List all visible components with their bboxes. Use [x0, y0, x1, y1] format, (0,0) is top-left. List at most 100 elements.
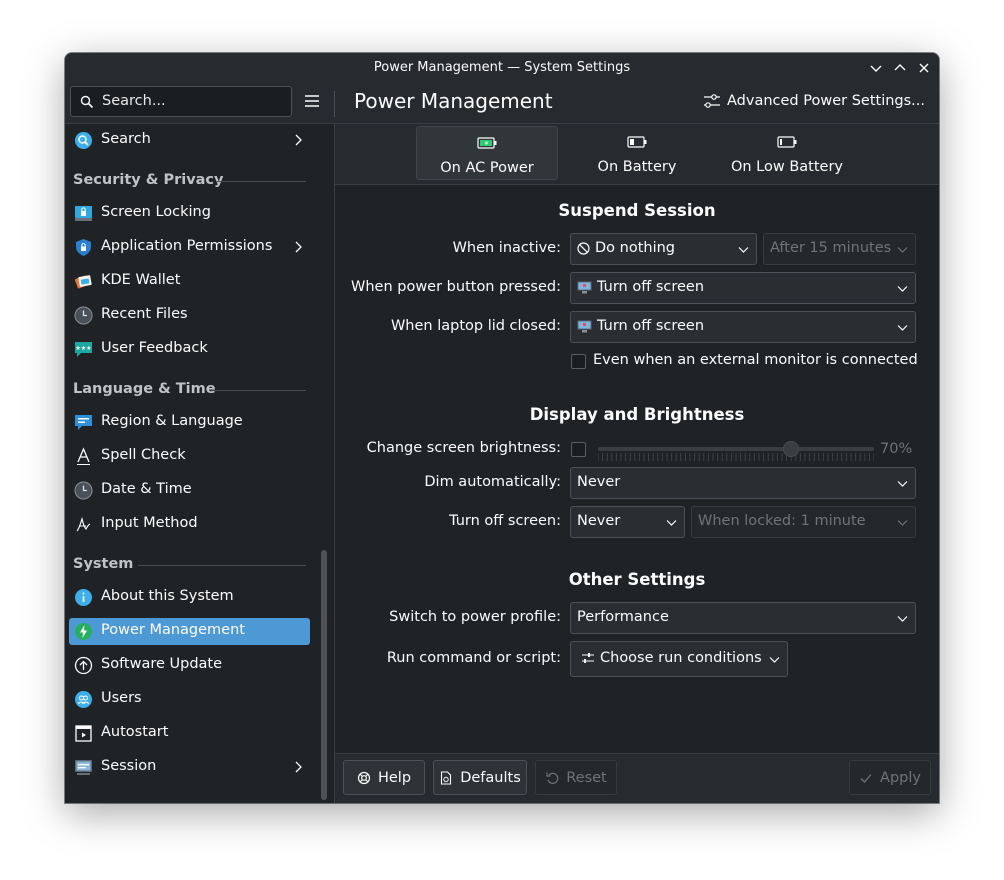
autostart-icon: [74, 724, 93, 743]
tab-on-ac-power[interactable]: On AC Power: [416, 126, 558, 180]
external-monitor-label: Even when an external monitor is connect…: [593, 352, 918, 368]
screen-lock-icon: [74, 204, 93, 223]
sidebar-item-region-language[interactable]: Region & Language: [69, 409, 310, 436]
defaults-button[interactable]: Defaults: [433, 760, 527, 795]
sidebar-item-screen-locking[interactable]: Screen Locking: [69, 200, 310, 227]
sidebar: Search Security & Privacy Screen Locking…: [65, 124, 314, 803]
when-inactive-label: When inactive:: [452, 240, 561, 256]
sidebar-item-kde-wallet[interactable]: KDE Wallet: [69, 268, 310, 295]
power-button-label: When power button pressed:: [351, 279, 561, 295]
button-label: Choose run conditions: [600, 650, 762, 666]
lid-closed-combo[interactable]: Turn off screen: [570, 311, 916, 343]
chevron-down-icon: [897, 520, 908, 526]
external-monitor-checkbox[interactable]: [571, 354, 586, 369]
combo-value: Never: [577, 474, 621, 490]
sidebar-item-session[interactable]: Session: [69, 754, 310, 781]
help-lifebuoy-icon: [357, 771, 371, 784]
battery-icon: [627, 136, 647, 148]
button-label: Defaults: [460, 769, 521, 786]
chevron-right-icon: [295, 241, 302, 253]
when-locked-combo[interactable]: When locked: 1 minute: [691, 506, 916, 538]
brightness-label: Change screen brightness:: [366, 440, 561, 456]
sidebar-item-autostart[interactable]: Autostart: [69, 720, 310, 747]
tab-label: On Low Battery: [730, 159, 844, 175]
sidebar-item-about-this-system[interactable]: About this System: [69, 584, 310, 611]
battery-charging-icon: [477, 137, 497, 149]
section-title-display-brightness: Display and Brightness: [529, 405, 745, 424]
help-button[interactable]: Help: [343, 760, 425, 795]
advanced-power-settings-button[interactable]: Advanced Power Settings...: [703, 92, 925, 110]
input-method-icon: [74, 515, 93, 534]
section-title-suspend-session: Suspend Session: [558, 201, 716, 220]
sidebar-item-power-management[interactable]: Power Management: [69, 618, 310, 645]
sidebar-item-user-feedback[interactable]: ★★★ User Feedback: [69, 336, 310, 363]
search-input[interactable]: Search...: [70, 86, 292, 117]
turn-off-screen-combo[interactable]: Never: [570, 506, 685, 538]
sidebar-section-security-privacy: Security & Privacy: [73, 172, 224, 188]
sidebar-item-users[interactable]: Users: [69, 686, 310, 713]
feedback-icon: ★★★: [74, 340, 93, 359]
power-profile-combo[interactable]: Performance: [570, 602, 916, 634]
tab-on-low-battery[interactable]: On Low Battery: [716, 126, 858, 180]
sidebar-section-system: System: [73, 556, 134, 572]
chevron-down-icon: [769, 657, 780, 663]
sidebar-item-date-time[interactable]: Date & Time: [69, 477, 310, 504]
sidebar-item-recent-files[interactable]: Recent Files: [69, 302, 310, 329]
sidebar-item-label: Autostart: [101, 724, 169, 740]
checkmark-icon: [860, 773, 872, 783]
section-title-other-settings: Other Settings: [568, 570, 706, 589]
sidebar-item-search[interactable]: Search: [69, 127, 310, 154]
sidebar-section-language-time: Language & Time: [73, 381, 216, 397]
sidebar-item-label: Users: [101, 690, 142, 706]
toolbar-separator: [334, 91, 335, 117]
undo-icon: [546, 772, 559, 784]
chevron-down-icon: [897, 481, 908, 487]
combo-value: Performance: [577, 609, 669, 625]
chevron-down-icon: [738, 247, 749, 253]
dim-automatically-combo[interactable]: Never: [570, 467, 916, 499]
maximize-button[interactable]: [891, 59, 909, 77]
button-label: Apply: [880, 769, 921, 786]
sidebar-item-spell-check[interactable]: Spell Check: [69, 443, 310, 470]
section-divider: [138, 565, 306, 566]
after-duration-combo[interactable]: After 15 minutes: [763, 233, 916, 265]
when-inactive-combo[interactable]: Do nothing: [570, 233, 757, 265]
button-label: Reset: [566, 769, 607, 786]
sidebar-item-software-update[interactable]: Software Update: [69, 652, 310, 679]
power-button-combo[interactable]: Turn off screen: [570, 272, 916, 304]
wallet-icon: [74, 272, 93, 291]
power-lightning-icon: [74, 622, 93, 641]
title-bar: Power Management — System Settings: [65, 53, 939, 83]
sidebar-item-input-method[interactable]: Input Method: [69, 511, 310, 538]
sliders-icon: [582, 653, 594, 663]
choose-run-conditions-button[interactable]: Choose run conditions: [570, 641, 788, 677]
sidebar-item-label: Input Method: [101, 515, 198, 531]
chevron-down-icon: [897, 286, 908, 292]
sliders-icon: [704, 94, 721, 108]
reset-button[interactable]: Reset: [535, 760, 617, 795]
chevron-up-icon: [894, 64, 906, 71]
chevron-down-icon: [666, 520, 677, 526]
document-reset-icon: [441, 770, 452, 785]
sidebar-item-label: About this System: [101, 588, 234, 604]
hamburger-menu-icon[interactable]: [303, 92, 321, 110]
advanced-power-settings-label: Advanced Power Settings...: [727, 93, 925, 109]
sidebar-item-label: Application Permissions: [101, 238, 273, 254]
chevron-right-icon: [295, 761, 302, 773]
sidebar-item-label: Power Management: [101, 622, 245, 638]
sidebar-item-label: Screen Locking: [101, 204, 211, 220]
section-divider: [211, 390, 306, 391]
sidebar-scrollbar[interactable]: [321, 550, 327, 800]
session-icon: [74, 758, 93, 777]
brightness-checkbox[interactable]: [571, 442, 586, 457]
dim-automatically-label: Dim automatically:: [424, 474, 561, 490]
close-button[interactable]: [915, 59, 933, 77]
minimize-button[interactable]: [867, 59, 885, 77]
chevron-down-icon: [870, 65, 882, 72]
battery-low-icon: [777, 136, 797, 148]
apply-button[interactable]: Apply: [849, 760, 931, 795]
chevron-down-icon: [897, 325, 908, 331]
sidebar-item-application-permissions[interactable]: Application Permissions: [69, 234, 310, 261]
tab-on-battery[interactable]: On Battery: [566, 126, 708, 180]
clock-icon: [74, 481, 93, 500]
